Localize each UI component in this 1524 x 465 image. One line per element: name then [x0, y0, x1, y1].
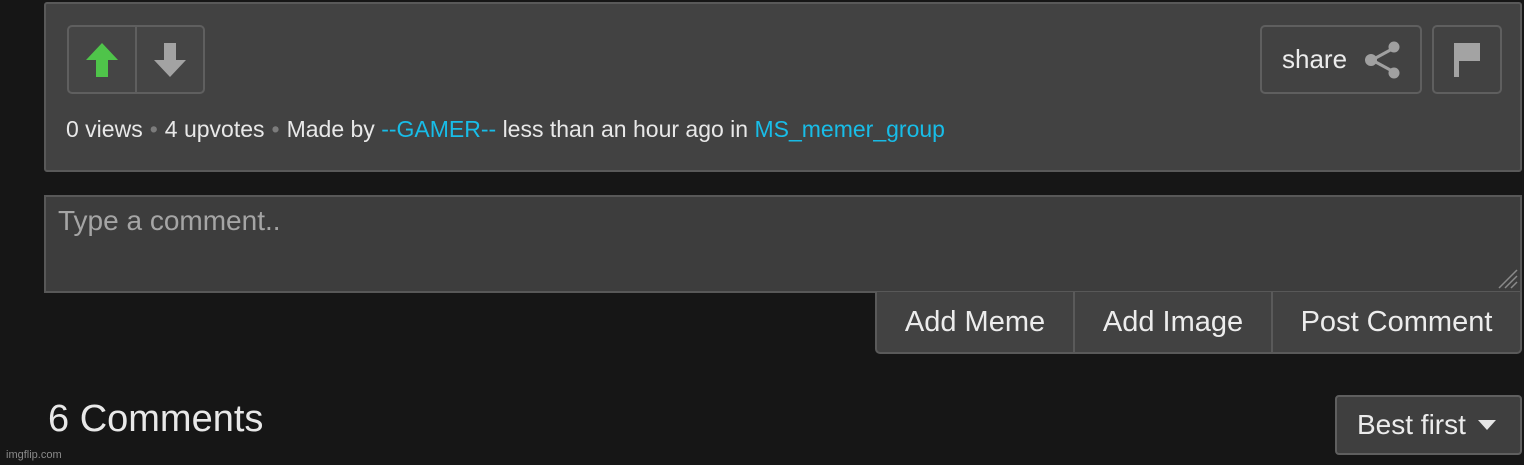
caret-down-icon — [1477, 420, 1496, 430]
made-by-label: Made by — [286, 116, 375, 142]
upvotes-count: 4 upvotes — [164, 116, 265, 142]
comment-input[interactable] — [46, 197, 1520, 291]
share-label: share — [1282, 44, 1348, 74]
meta-separator: • — [149, 116, 158, 142]
post-time: less than an hour ago in — [502, 116, 749, 142]
upvote-button[interactable] — [69, 27, 135, 92]
comment-action-bar: Add Meme Add Image Post Comment — [875, 292, 1522, 354]
downvote-button[interactable] — [135, 27, 203, 92]
add-meme-button[interactable]: Add Meme — [877, 292, 1073, 352]
share-button[interactable]: share — [1260, 25, 1422, 94]
author-link[interactable]: --GAMER-- — [381, 116, 496, 142]
sort-selected-label: Best first — [1357, 409, 1466, 440]
meta-separator: • — [271, 116, 280, 142]
share-icon — [1365, 41, 1400, 78]
stream-link[interactable]: MS_memer_group — [754, 116, 944, 142]
arrow-up-icon — [86, 42, 118, 77]
comment-sort-select[interactable]: Best first — [1335, 395, 1522, 455]
flag-button[interactable] — [1432, 25, 1502, 94]
resize-grip-icon[interactable] — [1496, 267, 1518, 289]
imgflip-watermark: imgflip.com — [6, 449, 62, 461]
views-count: 0 views — [66, 116, 143, 142]
flag-icon — [1454, 42, 1480, 77]
comments-count: 6 Comments — [48, 398, 264, 440]
post-meta: 0 views • 4 upvotes • Made by --GAMER-- less… — [66, 116, 945, 143]
post-panel: 0 views • 4 upvotes • Made by --GAMER-- less… — [44, 2, 1522, 172]
arrow-down-icon — [154, 42, 186, 77]
vote-group — [67, 25, 205, 94]
comment-box — [44, 195, 1522, 293]
post-comment-button[interactable]: Post Comment — [1271, 292, 1520, 352]
add-image-button[interactable]: Add Image — [1073, 292, 1271, 352]
